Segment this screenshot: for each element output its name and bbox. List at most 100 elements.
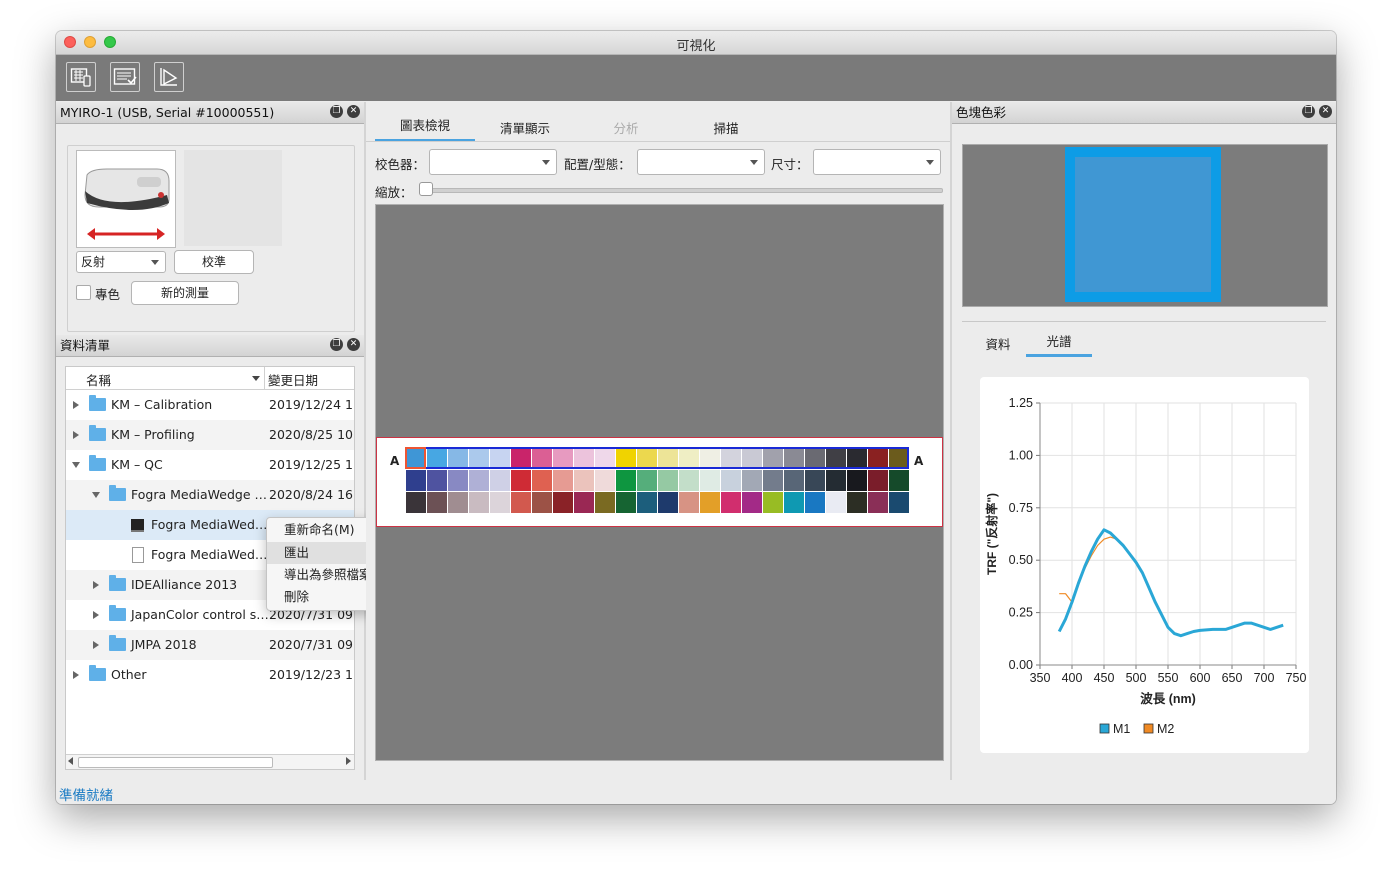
- colorimeter-select[interactable]: [429, 149, 557, 175]
- color-patch[interactable]: [721, 448, 741, 469]
- splitter-right[interactable]: [950, 102, 952, 780]
- color-patch[interactable]: [616, 448, 636, 469]
- color-patch[interactable]: [889, 448, 909, 469]
- zoom-slider-thumb[interactable]: [419, 182, 433, 196]
- expand-icon[interactable]: [93, 641, 99, 649]
- color-patch[interactable]: [448, 448, 468, 469]
- color-patch[interactable]: [826, 448, 846, 469]
- color-patch[interactable]: [637, 492, 657, 513]
- color-patch[interactable]: [889, 470, 909, 491]
- tab-chart-view[interactable]: 圖表檢視: [375, 115, 475, 142]
- color-patch[interactable]: [805, 492, 825, 513]
- tab-analysis[interactable]: 分析: [581, 118, 671, 140]
- tree-row[interactable]: Other 2019/12/23 1: [66, 660, 354, 690]
- color-patch[interactable]: [448, 470, 468, 491]
- color-patch[interactable]: [679, 470, 699, 491]
- color-patch[interactable]: [658, 448, 678, 469]
- color-patch[interactable]: [742, 470, 762, 491]
- color-patch[interactable]: [658, 492, 678, 513]
- tree-row[interactable]: Fogra MediaWedge … 2020/8/24 16: [66, 480, 354, 510]
- spot-color-checkbox[interactable]: [76, 285, 91, 300]
- color-patch[interactable]: [700, 492, 720, 513]
- color-patch[interactable]: [637, 448, 657, 469]
- color-patch[interactable]: [679, 448, 699, 469]
- undock-icon[interactable]: ❐: [1302, 105, 1315, 118]
- color-patch[interactable]: [574, 448, 594, 469]
- layout-select[interactable]: [637, 149, 765, 175]
- color-patch[interactable]: [595, 448, 615, 469]
- expand-icon[interactable]: [73, 401, 79, 409]
- tab-spectrum[interactable]: 光譜: [1026, 332, 1092, 357]
- color-patch[interactable]: [616, 492, 636, 513]
- new-measure-button[interactable]: 新的測量: [131, 281, 239, 305]
- color-patch[interactable]: [511, 448, 531, 469]
- color-patch[interactable]: [574, 470, 594, 491]
- color-patch[interactable]: [721, 492, 741, 513]
- chart-play-icon[interactable]: [154, 62, 184, 92]
- color-patch[interactable]: [595, 492, 615, 513]
- column-date-header[interactable]: 變更日期: [268, 370, 318, 389]
- collapse-icon[interactable]: [72, 462, 80, 468]
- color-patch[interactable]: [826, 492, 846, 513]
- scroll-left-icon[interactable]: [68, 757, 73, 765]
- color-patch[interactable]: [784, 470, 804, 491]
- close-panel-icon[interactable]: ✕: [1319, 105, 1332, 118]
- color-patch[interactable]: [826, 470, 846, 491]
- color-patch[interactable]: [490, 448, 510, 469]
- color-patch[interactable]: [847, 492, 867, 513]
- undock-icon[interactable]: ❐: [330, 105, 343, 118]
- color-patch[interactable]: [490, 470, 510, 491]
- color-patch[interactable]: [700, 448, 720, 469]
- color-patch[interactable]: [406, 492, 426, 513]
- color-patch[interactable]: [742, 448, 762, 469]
- color-patch[interactable]: [406, 448, 426, 469]
- color-patch[interactable]: [742, 492, 762, 513]
- color-patch[interactable]: [532, 448, 552, 469]
- color-patch[interactable]: [427, 470, 447, 491]
- color-patch[interactable]: [553, 470, 573, 491]
- color-patch[interactable]: [553, 448, 573, 469]
- scroll-right-icon[interactable]: [346, 757, 351, 765]
- color-patch[interactable]: [847, 470, 867, 491]
- color-patch[interactable]: [595, 470, 615, 491]
- color-patch[interactable]: [469, 492, 489, 513]
- color-patch[interactable]: [511, 492, 531, 513]
- color-patch[interactable]: [763, 470, 783, 491]
- color-patch[interactable]: [868, 492, 888, 513]
- calibrate-button[interactable]: 校準: [174, 250, 254, 274]
- color-patch[interactable]: [805, 470, 825, 491]
- expand-icon[interactable]: [73, 671, 79, 679]
- color-patch[interactable]: [469, 470, 489, 491]
- measure-chart-icon[interactable]: [66, 62, 96, 92]
- horizontal-scrollbar[interactable]: [66, 754, 354, 769]
- color-patch[interactable]: [532, 492, 552, 513]
- color-patch[interactable]: [784, 492, 804, 513]
- color-patch[interactable]: [658, 470, 678, 491]
- color-patch[interactable]: [406, 470, 426, 491]
- tree-row[interactable]: KM – Calibration 2019/12/24 1: [66, 390, 354, 420]
- color-patch[interactable]: [427, 448, 447, 469]
- color-patch[interactable]: [616, 470, 636, 491]
- expand-icon[interactable]: [93, 611, 99, 619]
- tree-row[interactable]: JMPA 2018 2020/7/31 09: [66, 630, 354, 660]
- color-patch[interactable]: [511, 470, 531, 491]
- collapse-icon[interactable]: [92, 492, 100, 498]
- color-patch[interactable]: [532, 470, 552, 491]
- color-patch[interactable]: [889, 492, 909, 513]
- color-patch[interactable]: [868, 470, 888, 491]
- measure-mode-select[interactable]: 反射: [76, 251, 166, 273]
- color-patch[interactable]: [763, 448, 783, 469]
- color-patch[interactable]: [490, 492, 510, 513]
- undock-icon[interactable]: ❐: [330, 338, 343, 351]
- color-patch[interactable]: [427, 492, 447, 513]
- color-patch[interactable]: [784, 448, 804, 469]
- color-patch[interactable]: [553, 492, 573, 513]
- size-select[interactable]: [813, 149, 941, 175]
- zoom-slider-track[interactable]: [422, 188, 943, 193]
- close-panel-icon[interactable]: ✕: [347, 338, 360, 351]
- tab-list-view[interactable]: 清單顯示: [479, 118, 571, 140]
- tree-row[interactable]: KM – Profiling 2020/8/25 10: [66, 420, 354, 450]
- color-patch[interactable]: [448, 492, 468, 513]
- scrollbar-thumb[interactable]: [78, 757, 273, 768]
- color-patch[interactable]: [847, 448, 867, 469]
